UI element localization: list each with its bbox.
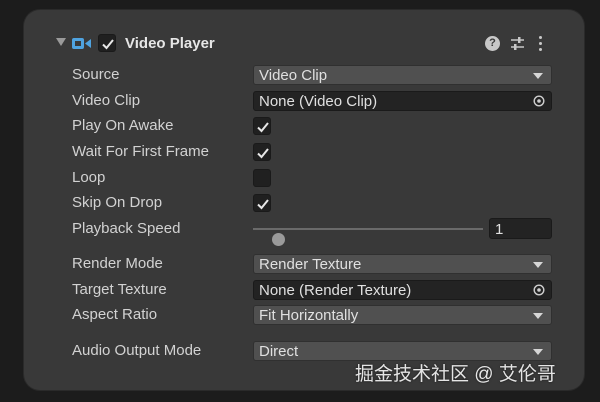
- play-on-awake-checkbox[interactable]: [253, 117, 271, 135]
- audio-output-mode-dropdown-value: Direct: [259, 343, 299, 360]
- audio-output-mode-label: Audio Output Mode: [72, 342, 202, 359]
- check-icon: [102, 39, 114, 50]
- object-picker-icon[interactable]: [533, 95, 545, 107]
- component-title: Video Player: [125, 35, 215, 52]
- check-icon: [257, 148, 269, 159]
- render-mode-dropdown-value: Render Texture: [259, 256, 362, 273]
- slider-thumb[interactable]: [271, 233, 285, 246]
- watermark-text: 掘金技术社区 @ 艾伦哥: [355, 364, 556, 385]
- wait-for-first-frame-checkbox[interactable]: [253, 143, 271, 161]
- aspect-ratio-label: Aspect Ratio: [72, 306, 158, 323]
- aspect-ratio-dropdown[interactable]: Fit Horizontally: [253, 305, 552, 325]
- skip-on-drop-checkbox[interactable]: [253, 194, 271, 212]
- check-icon: [257, 199, 269, 210]
- dropdown-arrow-icon: [533, 262, 543, 268]
- foldout-arrow-icon[interactable]: [56, 38, 66, 46]
- aspect-ratio-row: Aspect Ratio Fit Horizontally: [24, 304, 584, 326]
- skip-on-drop-label: Skip On Drop: [72, 194, 163, 211]
- wait-for-first-frame-row: Wait For First Frame: [24, 141, 584, 163]
- menu-dot: [539, 36, 542, 39]
- playback-speed-row: Playback Speed 1: [24, 218, 584, 246]
- skip-on-drop-row: Skip On Drop: [24, 192, 584, 214]
- dropdown-arrow-icon: [533, 73, 543, 79]
- video-player-icon: [72, 38, 91, 49]
- menu-dot: [539, 42, 542, 45]
- aspect-ratio-dropdown-value: Fit Horizontally: [259, 307, 359, 324]
- loop-row: Loop: [24, 167, 584, 189]
- target-texture-row: Target Texture None (Render Texture): [24, 279, 584, 301]
- presets-icon[interactable]: [510, 36, 525, 51]
- target-texture-field-value: None (Render Texture): [259, 282, 412, 299]
- playback-speed-slider[interactable]: [253, 228, 483, 246]
- inspector-component-panel: Video Player ? Source Video Clip Video C…: [24, 10, 584, 390]
- target-texture-label: Target Texture: [72, 281, 167, 298]
- playback-speed-label: Playback Speed: [72, 220, 181, 237]
- render-mode-row: Render Mode Render Texture: [24, 253, 584, 275]
- dropdown-arrow-icon: [533, 349, 543, 355]
- playback-speed-value: 1: [495, 221, 504, 238]
- component-enabled-checkbox[interactable]: [98, 34, 116, 52]
- audio-output-mode-row: Audio Output Mode Direct: [24, 340, 584, 362]
- audio-output-mode-dropdown[interactable]: Direct: [253, 341, 552, 361]
- loop-label: Loop: [72, 169, 106, 186]
- check-icon: [257, 122, 269, 133]
- source-dropdown-value: Video Clip: [259, 67, 328, 84]
- source-label: Source: [72, 66, 120, 83]
- menu-dot: [539, 48, 542, 51]
- loop-checkbox[interactable]: [253, 169, 271, 187]
- help-icon[interactable]: ?: [485, 36, 500, 51]
- object-picker-icon[interactable]: [533, 284, 545, 296]
- video-clip-label: Video Clip: [72, 92, 141, 109]
- wait-for-first-frame-label: Wait For First Frame: [72, 143, 209, 160]
- playback-speed-input[interactable]: 1: [489, 218, 552, 239]
- more-vertical-icon[interactable]: [538, 35, 544, 52]
- source-dropdown[interactable]: Video Clip: [253, 65, 552, 85]
- screenshot-canvas: Video Player ? Source Video Clip Video C…: [0, 0, 600, 402]
- render-mode-label: Render Mode: [72, 255, 163, 272]
- video-clip-field-value: None (Video Clip): [259, 93, 378, 110]
- play-on-awake-row: Play On Awake: [24, 115, 584, 137]
- source-row: Source Video Clip: [24, 64, 584, 86]
- component-header[interactable]: Video Player ?: [24, 30, 584, 58]
- target-texture-object-field[interactable]: None (Render Texture): [253, 280, 552, 300]
- play-on-awake-label: Play On Awake: [72, 117, 174, 134]
- video-clip-object-field[interactable]: None (Video Clip): [253, 91, 552, 111]
- render-mode-dropdown[interactable]: Render Texture: [253, 254, 552, 274]
- dropdown-arrow-icon: [533, 313, 543, 319]
- video-clip-row: Video Clip None (Video Clip): [24, 90, 584, 112]
